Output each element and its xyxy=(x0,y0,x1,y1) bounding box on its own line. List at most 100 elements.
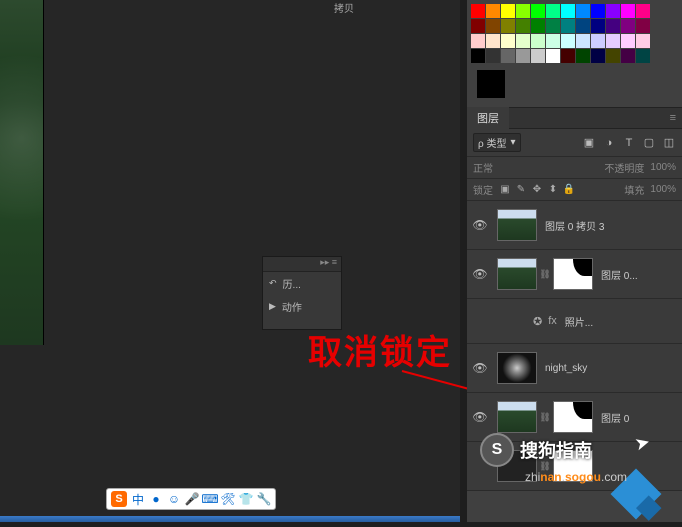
history-actions-panel[interactable]: ▸▸ ≡ ↶ 历... ▶ 动作 xyxy=(262,256,342,330)
swatch[interactable] xyxy=(636,4,650,18)
filter-type-icon[interactable]: T xyxy=(622,136,636,150)
swatch[interactable] xyxy=(486,4,500,18)
ime-punct-icon[interactable]: ● xyxy=(149,492,163,506)
fx-icon[interactable]: ✪ xyxy=(533,315,542,328)
swatch[interactable] xyxy=(576,49,590,63)
layer-row[interactable]: 👁 ⛓ 图层 0... xyxy=(467,250,682,299)
swatch[interactable] xyxy=(561,49,575,63)
swatch[interactable] xyxy=(636,34,650,48)
layer-name[interactable]: night_sky xyxy=(545,363,676,374)
layer-row[interactable]: 👁 图层 0 拷贝 3 xyxy=(467,201,682,250)
swatch[interactable] xyxy=(501,19,515,33)
ime-logo-icon[interactable]: S xyxy=(111,491,127,507)
swatch[interactable] xyxy=(606,49,620,63)
visibility-eye-icon[interactable]: 👁 xyxy=(473,218,487,232)
swatch[interactable] xyxy=(621,19,635,33)
fill-value[interactable]: 100% xyxy=(650,184,676,195)
swatch[interactable] xyxy=(591,49,605,63)
filter-adjust-icon[interactable]: ◑ xyxy=(602,136,616,150)
swatch[interactable] xyxy=(576,19,590,33)
swatch[interactable] xyxy=(471,4,485,18)
swatch[interactable] xyxy=(591,19,605,33)
taskbar[interactable] xyxy=(0,516,460,522)
swatch[interactable] xyxy=(531,49,545,63)
swatch[interactable] xyxy=(486,19,500,33)
swatch[interactable] xyxy=(591,4,605,18)
ime-keyboard-icon[interactable]: ⌨ xyxy=(203,492,217,506)
layer-thumbnail[interactable] xyxy=(497,352,537,384)
swatch[interactable] xyxy=(486,34,500,48)
layer-row[interactable]: 👁 night_sky xyxy=(467,344,682,393)
ime-voice-icon[interactable]: 🎤 xyxy=(185,492,199,506)
swatches-panel[interactable] xyxy=(467,0,682,108)
swatch[interactable] xyxy=(636,49,650,63)
swatch[interactable] xyxy=(561,34,575,48)
panel-collapse-icon[interactable]: ▸▸ ≡ xyxy=(263,257,341,272)
swatch[interactable] xyxy=(576,4,590,18)
visibility-eye-icon[interactable] xyxy=(473,314,487,328)
document-image[interactable] xyxy=(0,0,44,345)
layer-thumbnail[interactable] xyxy=(553,258,593,290)
swatch[interactable] xyxy=(606,34,620,48)
swatch[interactable] xyxy=(501,49,515,63)
swatch[interactable] xyxy=(471,34,485,48)
blend-mode-dropdown[interactable]: 正常 xyxy=(473,160,493,175)
swatch[interactable] xyxy=(636,19,650,33)
layer-thumbnail[interactable] xyxy=(497,209,537,241)
foreground-swatch[interactable] xyxy=(477,70,505,98)
filter-kind-dropdown[interactable]: ρ 类型 ▾ xyxy=(473,133,521,152)
swatch[interactable] xyxy=(531,19,545,33)
swatch[interactable] xyxy=(471,19,485,33)
layer-row[interactable]: ✪ fx 照片... xyxy=(467,299,682,344)
swatch[interactable] xyxy=(546,4,560,18)
ime-toolbox-icon[interactable]: 🛠 xyxy=(221,492,235,506)
swatch[interactable] xyxy=(621,4,635,18)
swatch[interactable] xyxy=(516,4,530,18)
swatch[interactable] xyxy=(561,19,575,33)
swatch[interactable] xyxy=(621,34,635,48)
history-row[interactable]: ↶ 历... xyxy=(263,272,341,295)
link-icon[interactable]: ⛓ xyxy=(541,267,549,281)
layer-name[interactable]: 照片... xyxy=(565,314,676,329)
swatch[interactable] xyxy=(516,49,530,63)
swatch[interactable] xyxy=(501,4,515,18)
swatch[interactable] xyxy=(576,34,590,48)
visibility-eye-icon[interactable]: 👁 xyxy=(473,410,487,424)
swatch[interactable] xyxy=(531,34,545,48)
swatch[interactable] xyxy=(561,4,575,18)
ime-skin-icon[interactable]: 👕 xyxy=(239,492,253,506)
link-icon[interactable]: ⛓ xyxy=(541,410,549,424)
swatch[interactable] xyxy=(501,34,515,48)
swatch[interactable] xyxy=(606,4,620,18)
layer-thumbnail[interactable] xyxy=(497,401,537,433)
filter-shape-icon[interactable]: ▢ xyxy=(642,136,656,150)
swatch[interactable] xyxy=(471,49,485,63)
swatch[interactable] xyxy=(546,19,560,33)
layer-name[interactable]: 图层 0... xyxy=(601,267,676,282)
swatch[interactable] xyxy=(516,19,530,33)
ime-lang-icon[interactable]: 中 xyxy=(131,492,145,506)
layer-name[interactable]: 图层 0 xyxy=(601,410,676,425)
filter-smart-icon[interactable]: ◫ xyxy=(662,136,676,150)
ime-emoji-icon[interactable]: ☺ xyxy=(167,492,181,506)
swatch[interactable] xyxy=(531,4,545,18)
filter-pixel-icon[interactable]: ▣ xyxy=(582,136,596,150)
swatch[interactable] xyxy=(546,49,560,63)
swatch[interactable] xyxy=(516,34,530,48)
panel-menu-icon[interactable]: ≡ xyxy=(664,112,682,124)
visibility-eye-icon[interactable]: 👁 xyxy=(473,361,487,375)
tab-layers[interactable]: 图层 xyxy=(467,107,509,129)
lock-pixels-icon[interactable]: ▣ xyxy=(499,184,511,196)
fx-badge[interactable]: fx xyxy=(548,315,557,327)
lock-position-icon[interactable]: ✥ xyxy=(531,184,543,196)
ime-toolbar[interactable]: S 中 ● ☺ 🎤 ⌨ 🛠 👕 🔧 xyxy=(106,488,276,510)
lock-paint-icon[interactable]: ✎ xyxy=(515,184,527,196)
swatch[interactable] xyxy=(621,49,635,63)
layer-name[interactable]: 图层 0 拷贝 3 xyxy=(545,218,676,233)
swatch[interactable] xyxy=(591,34,605,48)
swatch[interactable] xyxy=(486,49,500,63)
visibility-eye-icon[interactable]: 👁 xyxy=(473,267,487,281)
layer-thumbnail[interactable] xyxy=(497,258,537,290)
swatch[interactable] xyxy=(546,34,560,48)
lock-all-icon[interactable]: 🔒 xyxy=(563,184,575,196)
